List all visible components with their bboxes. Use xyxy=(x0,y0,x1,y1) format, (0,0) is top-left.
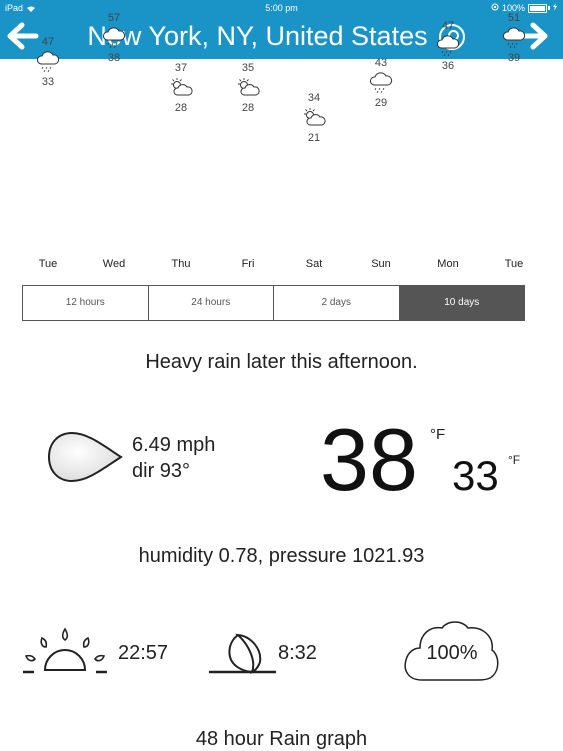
partly-sunny-icon xyxy=(171,77,193,96)
day-label: Thu xyxy=(171,258,191,270)
low-temp: 29 xyxy=(374,96,388,109)
charging-icon xyxy=(553,0,557,16)
wind-direction: dir 93° xyxy=(132,460,191,482)
low-temp: 36 xyxy=(441,60,455,72)
high-temp: 47 xyxy=(41,36,55,48)
day-label: Fri xyxy=(241,258,255,270)
forecast-day: 47 36 xyxy=(418,20,478,72)
forecast-day: 51 39 xyxy=(484,12,544,64)
wind-direction-icon xyxy=(47,431,123,483)
low-temp: 38 xyxy=(107,52,121,64)
day-label: Tue xyxy=(504,258,524,270)
forecast-day: 43 29 xyxy=(351,57,411,109)
sunrise-icon xyxy=(23,627,107,674)
current-temperature: 38 xyxy=(320,410,418,509)
battery-tip xyxy=(548,6,550,10)
low-temp: 21 xyxy=(307,132,321,144)
high-temp: 47 xyxy=(441,20,455,32)
day-label: Mon xyxy=(437,258,459,270)
rain-cloud-icon xyxy=(37,51,60,73)
low-temp: 28 xyxy=(241,101,255,114)
forecast-day: 35 28 xyxy=(218,62,278,114)
partly-sunny-icon xyxy=(238,77,260,96)
low-temp-unit: °F xyxy=(508,453,521,467)
cloud-cover-percent: 100% xyxy=(426,642,478,664)
moonrise-time: 8:32 xyxy=(278,642,317,664)
rain-cloud-icon xyxy=(103,27,126,49)
rain-cloud-icon xyxy=(370,72,393,93)
high-temp: 35 xyxy=(241,61,255,74)
high-temp: 57 xyxy=(107,12,121,24)
high-temp: 43 xyxy=(374,56,388,69)
low-temperature: 33 xyxy=(452,452,499,499)
humidity-pressure: humidity 0.78, pressure 1021.93 xyxy=(138,545,425,567)
partly-sunny-icon xyxy=(304,108,326,126)
rain-cloud-icon xyxy=(437,35,460,57)
tab-10-days[interactable]: 10 days xyxy=(399,286,524,320)
high-temp: 37 xyxy=(174,61,188,74)
wind-speed: 6.49 mph xyxy=(132,434,216,456)
forecast-day: 47 33 xyxy=(18,36,78,88)
forecast-day: 37 28 xyxy=(151,62,211,114)
day-label: Sun xyxy=(371,258,391,270)
rain-cloud-icon xyxy=(503,27,526,49)
range-segmented-control: 12 hours 24 hours 2 days 10 days xyxy=(22,285,525,321)
low-temp: 39 xyxy=(507,52,521,64)
day-label: Wed xyxy=(102,258,126,270)
tab-12-hours[interactable]: 12 hours xyxy=(23,286,149,320)
forecast-day: 57 38 xyxy=(84,12,144,64)
day-label: Sat xyxy=(305,258,323,270)
rain-graph-title: 48 hour Rain graph xyxy=(195,728,368,750)
forecast-day: 34 21 xyxy=(284,92,344,144)
current-temp-unit: °F xyxy=(430,426,446,443)
sunrise-time: 22:57 xyxy=(118,642,169,664)
low-temp: 33 xyxy=(41,76,55,88)
high-temp: 34 xyxy=(307,92,321,104)
high-temp: 51 xyxy=(507,12,521,24)
weather-summary: Heavy rain later this afternoon. xyxy=(145,351,418,373)
moon-icon xyxy=(209,633,276,674)
day-label: Tue xyxy=(38,258,58,270)
tab-2-days[interactable]: 2 days xyxy=(274,286,400,320)
low-temp: 28 xyxy=(174,101,188,114)
tab-24-hours[interactable]: 24 hours xyxy=(149,286,274,320)
